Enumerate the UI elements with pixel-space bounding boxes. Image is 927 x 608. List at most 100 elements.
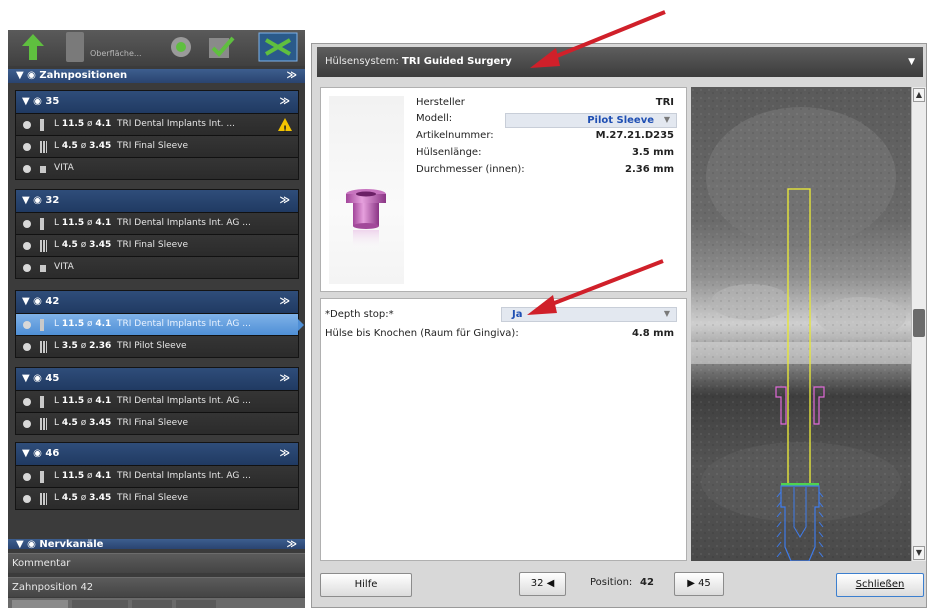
collapse-icon[interactable]: ≫: [280, 91, 290, 113]
tooth-group-45: ▼ ◉ 45 ≫ L 11.5 ø 4.1 TRI Dental Implants…: [15, 367, 299, 435]
visibility-icon[interactable]: [23, 473, 31, 481]
annotation-arrow-icon: [530, 10, 666, 68]
previous-position-button[interactable]: 32 ◀: [519, 572, 566, 596]
crown-icon: [40, 166, 46, 173]
list-item[interactable]: L 4.5 ø 3.45 TRI Final Sleeve: [16, 135, 298, 157]
list-item-selected[interactable]: L 11.5 ø 4.1 TRI Dental Implants Int. AG…: [16, 313, 304, 335]
gingiva-label: Hülse bis Knochen (Raum für Gingiva):: [325, 328, 519, 339]
tab[interactable]: [132, 600, 172, 608]
collapse-icon[interactable]: ≫: [280, 368, 290, 390]
collapse-icon[interactable]: ≫: [287, 69, 297, 83]
visibility-icon[interactable]: [23, 321, 31, 329]
visibility-icon[interactable]: [23, 121, 31, 129]
scrollbar-thumb[interactable]: [913, 309, 925, 337]
tooth-group-35: ▼ ◉ 35 ≫ L 11.5 ø 4.1 TRI Dental Implants…: [15, 90, 299, 180]
visibility-icon[interactable]: [23, 420, 31, 428]
warning-icon: [278, 118, 292, 135]
manufacturer-value: TRI: [655, 97, 674, 108]
list-item[interactable]: L 4.5 ø 3.45 TRI Final Sleeve: [16, 487, 298, 509]
depth-stop-label: *Depth stop:*: [325, 309, 394, 320]
tooth-group-header[interactable]: ▼ ◉ 32 ≫: [16, 190, 298, 212]
tooth-group-header[interactable]: ▼ ◉ 42 ≫: [16, 291, 298, 313]
tab[interactable]: [176, 600, 216, 608]
close-button[interactable]: Schließen: [836, 573, 924, 597]
next-position-button[interactable]: ▶ 45: [674, 572, 724, 596]
comment-bar[interactable]: Kommentar: [8, 553, 305, 573]
annotation-arrow-icon: [527, 259, 664, 315]
header-label: Hülsensystem:: [325, 56, 399, 67]
ct-scrollbar[interactable]: ▲ ▼: [911, 87, 926, 561]
model-dropdown[interactable]: Pilot Sleeve ▼: [505, 113, 677, 128]
sleeve-icon: [40, 418, 47, 430]
tooth-group-42: ▼ ◉ 42 ≫ L 11.5 ø 4.1 TRI Dental Implants…: [15, 290, 304, 358]
visibility-icon[interactable]: [23, 143, 31, 151]
position-label: Position:: [590, 577, 633, 588]
tooth-group-32: ▼ ◉ 32 ≫ L 11.5 ø 4.1 TRI Dental Implants…: [15, 189, 299, 279]
header-value: TRI Guided Surgery: [402, 56, 512, 67]
tab-strip: [8, 598, 305, 608]
list-item[interactable]: L 3.5 ø 2.36 TRI Pilot Sleeve: [16, 335, 298, 357]
tooth-position-bar: Zahnposition 42: [8, 577, 305, 597]
scroll-up-icon[interactable]: ▲: [913, 88, 925, 102]
list-item[interactable]: L 11.5 ø 4.1 TRI Dental Implants Int. ..…: [16, 113, 298, 135]
sleeve-icon: [40, 493, 47, 505]
implant-icon: [40, 218, 44, 230]
sleeve-preview-image: [329, 96, 404, 284]
article-number-value: M.27.21.D235: [595, 130, 674, 141]
tooth-group-header[interactable]: ▼ ◉ 35 ≫: [16, 91, 298, 113]
list-item[interactable]: L 4.5 ø 3.45 TRI Final Sleeve: [16, 412, 298, 434]
tooth-number: 42: [45, 296, 60, 307]
section-title: Nervkanäle: [39, 539, 104, 549]
visibility-icon[interactable]: [23, 398, 31, 406]
help-button[interactable]: Hilfe: [320, 573, 412, 597]
implant-tool-icon[interactable]: [258, 32, 298, 62]
ct-cross-section-view[interactable]: [691, 87, 911, 561]
collapse-icon[interactable]: ≫: [280, 443, 290, 465]
list-item[interactable]: L 4.5 ø 3.45 TRI Final Sleeve: [16, 234, 298, 256]
section-title: Zahnpositionen: [39, 70, 128, 81]
manufacturer-label: Hersteller: [416, 97, 465, 108]
visibility-icon[interactable]: [23, 264, 31, 272]
visibility-icon[interactable]: [23, 165, 31, 173]
sleeve-icon: [40, 141, 47, 153]
collapse-icon[interactable]: ≫: [280, 291, 290, 313]
toolbar: Oberfläche...: [8, 30, 305, 66]
tab[interactable]: [12, 600, 68, 608]
gingiva-value: 4.8 mm: [631, 328, 674, 339]
section-header-zahnpositionen[interactable]: ▼ ◉ Zahnpositionen ≫: [8, 69, 305, 83]
visibility-icon[interactable]: [23, 343, 31, 351]
green-arrow-icon[interactable]: [18, 32, 48, 62]
visibility-icon[interactable]: [23, 495, 31, 503]
implant-icon: [40, 119, 44, 131]
scroll-down-icon[interactable]: ▼: [913, 546, 925, 560]
collapse-icon[interactable]: ≫: [280, 190, 290, 212]
chevron-down-icon[interactable]: ▼: [908, 47, 915, 77]
visibility-icon[interactable]: [23, 220, 31, 228]
model-label: Modell:: [416, 113, 453, 124]
sleeve-icon: [346, 189, 386, 250]
sleeve-icon: [40, 240, 47, 252]
crown-icon: [40, 265, 46, 272]
implant-icon: [40, 319, 44, 331]
sleeve-icon: [40, 341, 47, 353]
model-icon[interactable]: [66, 32, 84, 62]
sleeve-dialog: Hülsensystem: TRI Guided Surgery ▼ Herst…: [311, 43, 927, 608]
tooth-icon[interactable]: [166, 32, 196, 62]
list-item[interactable]: L 11.5 ø 4.1 TRI Dental Implants Int. AG…: [16, 465, 298, 487]
collapse-icon[interactable]: ≫: [287, 539, 297, 549]
check-icon[interactable]: [206, 32, 236, 62]
tooth-group-header[interactable]: ▼ ◉ 45 ≫: [16, 368, 298, 390]
position-value: 42: [640, 577, 654, 588]
list-item[interactable]: VITA: [16, 157, 298, 179]
inner-diameter-label: Durchmesser (innen):: [416, 164, 525, 175]
section-header-nervkanaele[interactable]: ▼ ◉ Nervkanäle ≫: [8, 539, 305, 549]
inner-diameter-value: 2.36 mm: [625, 164, 674, 175]
list-item[interactable]: L 11.5 ø 4.1 TRI Dental Implants Int. AG…: [16, 390, 298, 412]
list-item[interactable]: VITA: [16, 256, 298, 278]
tooth-group-header[interactable]: ▼ ◉ 46 ≫: [16, 443, 298, 465]
visibility-icon[interactable]: [23, 242, 31, 250]
sleeve-length-value: 3.5 mm: [631, 147, 674, 158]
depth-stop-panel: *Depth stop:* Ja ▼ Hülse bis Knochen (Ra…: [320, 298, 687, 561]
list-item[interactable]: L 11.5 ø 4.1 TRI Dental Implants Int. AG…: [16, 212, 298, 234]
tab[interactable]: [72, 600, 128, 608]
